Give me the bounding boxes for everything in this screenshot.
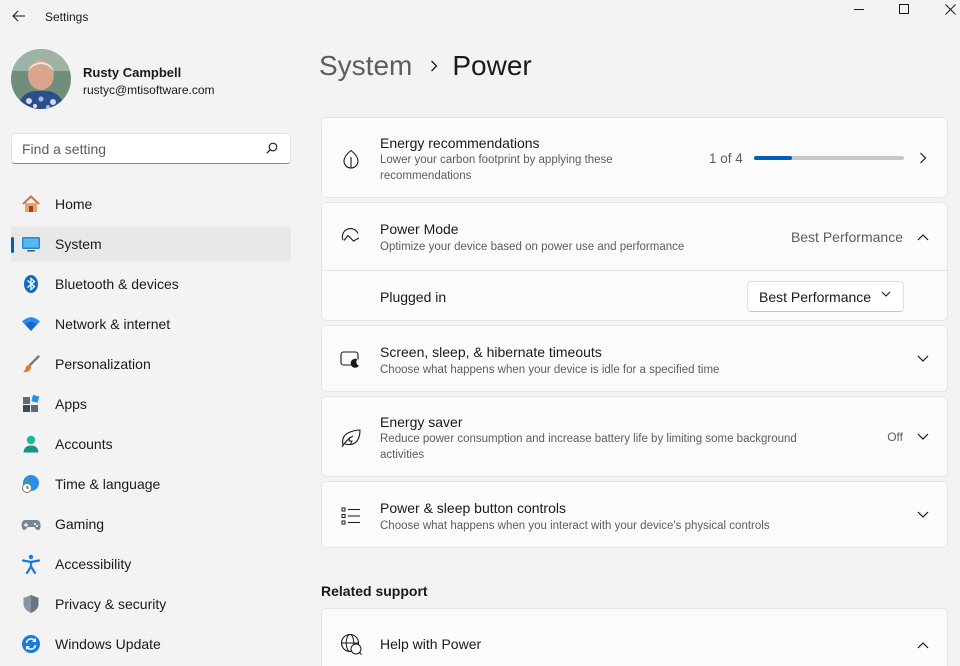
- close-icon: [944, 3, 956, 15]
- sidebar-item-windows-update[interactable]: Windows Update: [11, 626, 291, 662]
- screen-sleep-card[interactable]: Screen, sleep, & hibernate timeouts Choo…: [321, 325, 948, 392]
- search-box[interactable]: [11, 133, 291, 164]
- sidebar-item-accessibility[interactable]: Accessibility: [11, 546, 291, 582]
- card-description: activities: [380, 449, 425, 461]
- card-description: Choose what happens when your device is …: [380, 364, 720, 376]
- chevron-up-icon[interactable]: [915, 229, 931, 245]
- chevron-down-icon[interactable]: [915, 507, 931, 523]
- power-mode-value: Best Performance: [790, 229, 903, 245]
- globe-help-icon: [340, 633, 362, 655]
- sidebar-item-network[interactable]: Network & internet: [11, 306, 291, 342]
- sidebar-item-label: Personalization: [55, 356, 151, 372]
- progress-bar: [754, 156, 904, 160]
- plugged-in-label: Plugged in: [380, 289, 447, 305]
- sidebar-item-label: Accessibility: [55, 556, 132, 572]
- title-bar: Settings: [0, 0, 960, 34]
- card-description: Optimize your device based on power use …: [380, 241, 685, 253]
- sidebar-item-gaming[interactable]: Gaming: [11, 506, 291, 542]
- chevron-down-icon: [881, 291, 891, 297]
- user-name: Rusty Campbell: [83, 65, 182, 80]
- minimize-button[interactable]: [836, 0, 882, 18]
- back-arrow-icon: [12, 10, 25, 22]
- sidebar-nav: Home System Bluetooth & devices Network …: [11, 186, 291, 666]
- power-buttons-card[interactable]: Power & sleep button controls Choose wha…: [321, 481, 948, 548]
- card-description: Lower your carbon footprint by applying …: [380, 154, 613, 166]
- bluetooth-icon: [21, 274, 41, 294]
- page-title: Power: [452, 50, 532, 81]
- system-monitor-icon: [21, 234, 41, 254]
- sidebar-item-label: Gaming: [55, 516, 105, 532]
- plugged-in-row: Plugged in Best Performance: [322, 271, 947, 321]
- user-email: rustyc@mtisoftware.com: [83, 83, 215, 97]
- app-title: Settings: [45, 10, 89, 24]
- related-support-heading: Related support: [321, 583, 428, 599]
- sidebar-item-label: Bluetooth & devices: [55, 276, 179, 292]
- help-with-power-card[interactable]: Help with Power: [321, 608, 948, 666]
- plugged-in-power-mode-dropdown[interactable]: Best Performance: [747, 281, 904, 312]
- list-settings-icon: [340, 505, 362, 527]
- chevron-right-icon: [430, 60, 438, 72]
- gamepad-icon: [21, 514, 41, 534]
- sidebar-item-label: Windows Update: [55, 636, 161, 652]
- dropdown-value: Best Performance: [759, 289, 872, 305]
- chevron-down-icon[interactable]: [915, 351, 931, 367]
- shield-icon: [21, 594, 41, 614]
- sidebar-item-label: System: [55, 236, 102, 252]
- energy-saver-status: Off: [887, 430, 903, 444]
- chevron-right-icon[interactable]: [915, 150, 931, 166]
- energy-saver-leaf-icon: [340, 427, 362, 449]
- avatar[interactable]: [11, 49, 71, 109]
- home-icon: [21, 194, 41, 214]
- wifi-icon: [21, 314, 41, 334]
- card-title: Energy saver: [380, 414, 463, 430]
- close-button[interactable]: [927, 0, 960, 18]
- power-mode-card: Power Mode Optimize your device based on…: [321, 202, 948, 321]
- card-title: Power Mode: [380, 221, 459, 237]
- sidebar-item-label: Time & language: [55, 476, 161, 492]
- sidebar-item-time-language[interactable]: Time & language: [11, 466, 291, 502]
- search-icon[interactable]: [266, 142, 278, 154]
- card-description: Choose what happens when you interact wi…: [380, 520, 770, 532]
- progress-label: 1 of 4: [709, 151, 743, 166]
- accessibility-icon: [21, 554, 41, 574]
- paintbrush-icon: [21, 354, 41, 374]
- chevron-down-icon[interactable]: [915, 429, 931, 445]
- sidebar-item-home[interactable]: Home: [11, 186, 291, 222]
- leaf-icon: [340, 148, 362, 170]
- card-title: Help with Power: [380, 636, 482, 652]
- update-icon: [21, 634, 41, 654]
- card-title: Screen, sleep, & hibernate timeouts: [380, 344, 602, 360]
- sidebar-item-label: Home: [55, 196, 93, 212]
- search-input[interactable]: [22, 140, 262, 158]
- breadcrumb-parent[interactable]: System: [319, 50, 412, 82]
- sidebar-item-label: Privacy & security: [55, 596, 167, 612]
- sidebar-item-label: Network & internet: [55, 316, 171, 332]
- card-description: Reduce power consumption and increase ba…: [380, 433, 797, 445]
- sidebar-item-label: Apps: [55, 396, 87, 412]
- back-button[interactable]: [4, 2, 34, 30]
- accounts-icon: [21, 434, 41, 454]
- progress-bar-fill: [754, 156, 792, 160]
- sidebar-item-accounts[interactable]: Accounts: [11, 426, 291, 462]
- power-mode-gauge-icon: [340, 225, 362, 247]
- minimize-icon: [854, 9, 864, 10]
- card-title: Energy recommendations: [380, 135, 540, 151]
- breadcrumb: System Power: [319, 50, 532, 82]
- screen-sleep-icon: [340, 349, 362, 371]
- energy-recommendations-card[interactable]: Energy recommendations Lower your carbon…: [321, 117, 948, 198]
- sidebar-item-label: Accounts: [55, 436, 113, 452]
- card-description: recommendations: [380, 170, 472, 182]
- sidebar-item-apps[interactable]: Apps: [11, 386, 291, 422]
- apps-icon: [21, 394, 41, 414]
- card-title: Power & sleep button controls: [380, 500, 566, 516]
- chevron-up-icon[interactable]: [915, 637, 931, 653]
- globe-clock-icon: [21, 474, 41, 494]
- energy-saver-card[interactable]: Energy saver Reduce power consumption an…: [321, 396, 948, 477]
- maximize-button[interactable]: [881, 0, 927, 18]
- maximize-icon: [899, 4, 909, 14]
- sidebar-item-personalization[interactable]: Personalization: [11, 346, 291, 382]
- sidebar-item-system[interactable]: System: [11, 226, 291, 262]
- sidebar-item-privacy-security[interactable]: Privacy & security: [11, 586, 291, 622]
- sidebar-item-bluetooth[interactable]: Bluetooth & devices: [11, 266, 291, 302]
